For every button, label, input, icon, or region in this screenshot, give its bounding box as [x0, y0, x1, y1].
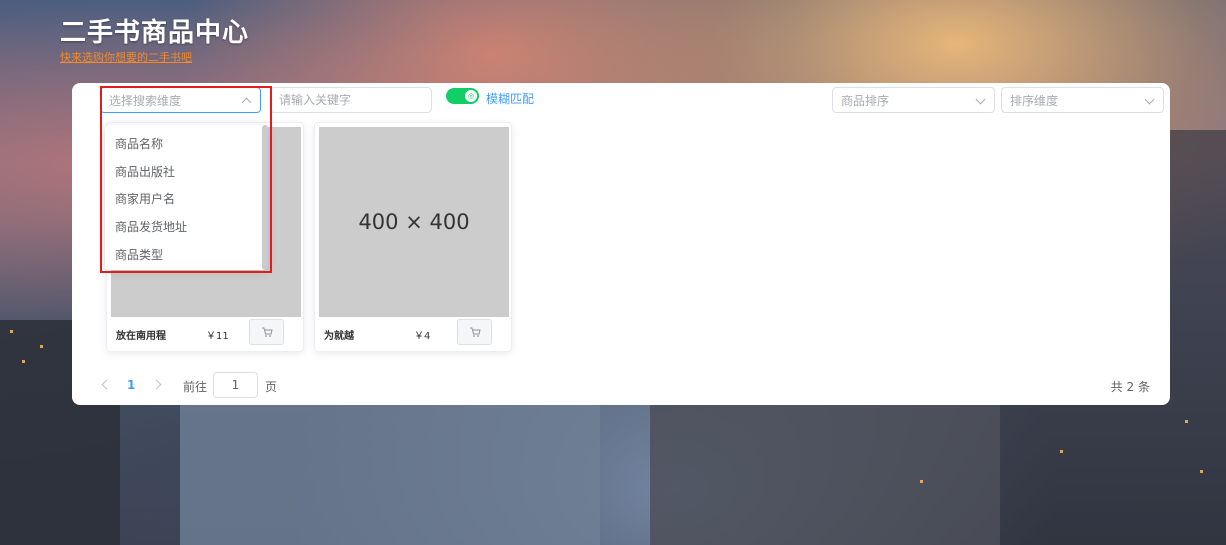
total-count: 共 2 条	[1110, 380, 1150, 394]
product-name: 为就越	[324, 331, 354, 342]
background-light	[40, 345, 43, 348]
goto-label: 前往	[183, 380, 208, 394]
page-subtitle-link[interactable]: 快来选购你想要的二手书吧	[60, 49, 192, 65]
fuzzy-match-label: 模糊匹配	[486, 92, 535, 106]
background-building	[180, 405, 600, 545]
dropdown-option[interactable]: 商家用户名	[115, 190, 175, 207]
fuzzy-match-toggle[interactable]: ◎	[446, 88, 479, 104]
chevron-down-icon	[1144, 94, 1155, 105]
sort-select[interactable]: 商品排序	[832, 87, 995, 113]
sort-dimension-placeholder: 排序维度	[1010, 93, 1059, 108]
search-dimension-placeholder: 选择搜索维度	[109, 93, 182, 108]
dropdown-scrollbar[interactable]	[262, 125, 268, 270]
toggle-knob-icon: ◎	[465, 90, 477, 102]
dropdown-option[interactable]: 商品出版社	[115, 163, 175, 180]
add-to-cart-button[interactable]	[249, 319, 284, 345]
sort-placeholder: 商品排序	[841, 93, 890, 108]
background-light	[920, 480, 923, 483]
background-light	[22, 360, 25, 363]
dropdown-option[interactable]: 商品类型	[115, 246, 163, 263]
add-to-cart-button[interactable]	[457, 319, 492, 345]
keyword-input[interactable]	[270, 87, 432, 113]
background-light	[1200, 470, 1203, 473]
background-building	[650, 405, 1000, 545]
dropdown-option[interactable]: 商品发货地址	[115, 218, 187, 235]
background-light	[1185, 420, 1188, 423]
chevron-up-icon	[241, 97, 252, 108]
product-card[interactable]: 400 × 400 为就越 ￥4	[314, 122, 512, 352]
sort-dimension-select[interactable]: 排序维度	[1001, 87, 1164, 113]
background-light	[1060, 450, 1063, 453]
dropdown-option[interactable]: 商品名称	[115, 135, 163, 152]
search-dimension-select[interactable]: 选择搜索维度	[100, 87, 261, 113]
goto-page-input[interactable]	[213, 372, 258, 398]
product-price: ￥11	[206, 331, 229, 342]
background-light	[10, 330, 13, 333]
page-unit-label: 页	[265, 380, 278, 394]
page-number-current[interactable]: 1	[127, 378, 135, 392]
cart-icon	[262, 327, 273, 337]
chevron-down-icon	[975, 94, 986, 105]
product-price: ￥4	[414, 331, 431, 342]
search-dimension-dropdown: 商品名称 商品出版社 商家用户名 商品发货地址 商品类型	[105, 125, 268, 270]
product-image: 400 × 400	[319, 127, 509, 317]
cart-icon	[470, 327, 481, 337]
product-name: 放在南用程	[116, 331, 166, 342]
page-title: 二手书商品中心	[60, 18, 250, 48]
